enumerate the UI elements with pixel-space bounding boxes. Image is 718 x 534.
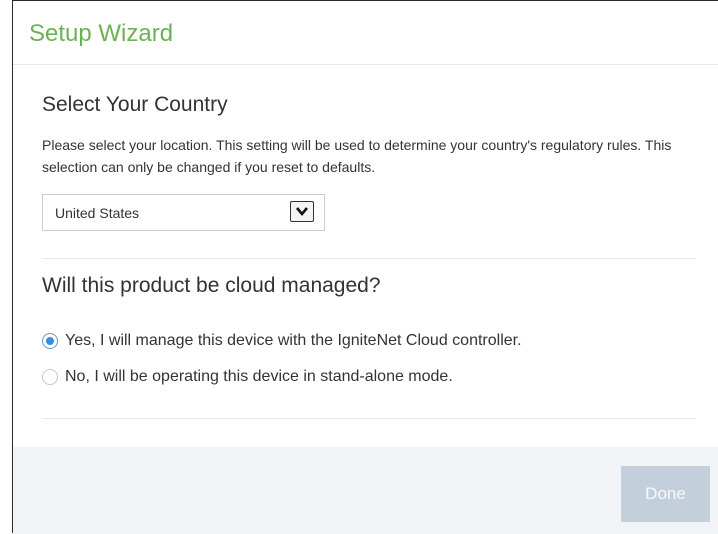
done-button[interactable]: Done [621, 466, 710, 522]
radio-no[interactable] [42, 369, 58, 385]
radio-no-label[interactable]: No, I will be operating this device in s… [65, 366, 453, 388]
section-divider [42, 258, 696, 259]
cloud-managed-question: Will this product be cloud managed? [42, 274, 381, 297]
setup-wizard-dialog: Setup Wizard Select Your Country Please … [12, 0, 718, 534]
country-section-description: Please select your location. This settin… [42, 137, 672, 175]
cloud-option-no[interactable]: No, I will be operating this device in s… [42, 366, 453, 388]
country-section-title: Select Your Country [42, 93, 228, 116]
cloud-option-yes[interactable]: Yes, I will manage this device with the … [42, 330, 522, 352]
dialog-title: Setup Wizard [29, 20, 174, 47]
radio-yes[interactable] [42, 333, 58, 349]
radio-yes-label[interactable]: Yes, I will manage this device with the … [65, 330, 522, 352]
chevron-down-icon[interactable] [290, 201, 314, 222]
country-select-value: United States [55, 205, 140, 221]
dialog-footer: Done [13, 447, 718, 534]
dialog-header: Setup Wizard [13, 1, 718, 65]
section-divider-bottom [42, 418, 696, 419]
country-select[interactable]: United States [42, 194, 325, 231]
